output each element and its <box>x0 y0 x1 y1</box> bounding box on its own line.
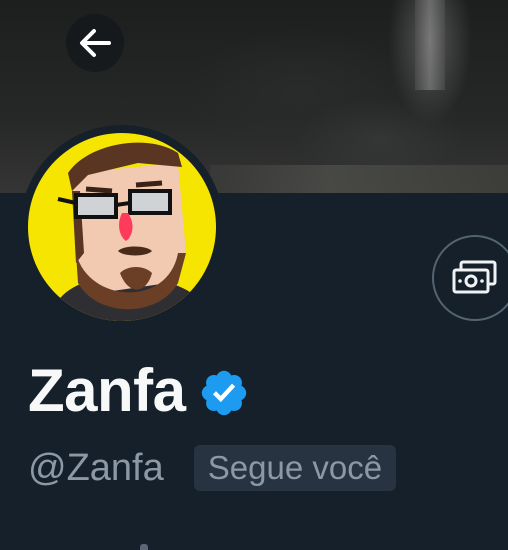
back-button[interactable] <box>66 14 124 72</box>
bottom-cutoff-glyph <box>140 544 148 550</box>
banner-blanket <box>210 165 508 193</box>
handle-row: @Zanfa Segue você <box>28 444 397 492</box>
display-name: Zanfa <box>28 357 186 424</box>
follows-you-badge: Segue você <box>193 445 397 491</box>
avatar[interactable] <box>28 133 216 321</box>
username-handle: @Zanfa <box>28 447 164 489</box>
verified-badge-icon[interactable] <box>198 367 250 419</box>
banner-wall-highlight <box>415 0 445 90</box>
name-row: Zanfa <box>28 356 250 426</box>
avatar-image <box>28 133 216 321</box>
tip-money-icon <box>452 260 497 294</box>
tip-button[interactable] <box>432 235 508 321</box>
back-arrow-icon <box>80 29 111 57</box>
